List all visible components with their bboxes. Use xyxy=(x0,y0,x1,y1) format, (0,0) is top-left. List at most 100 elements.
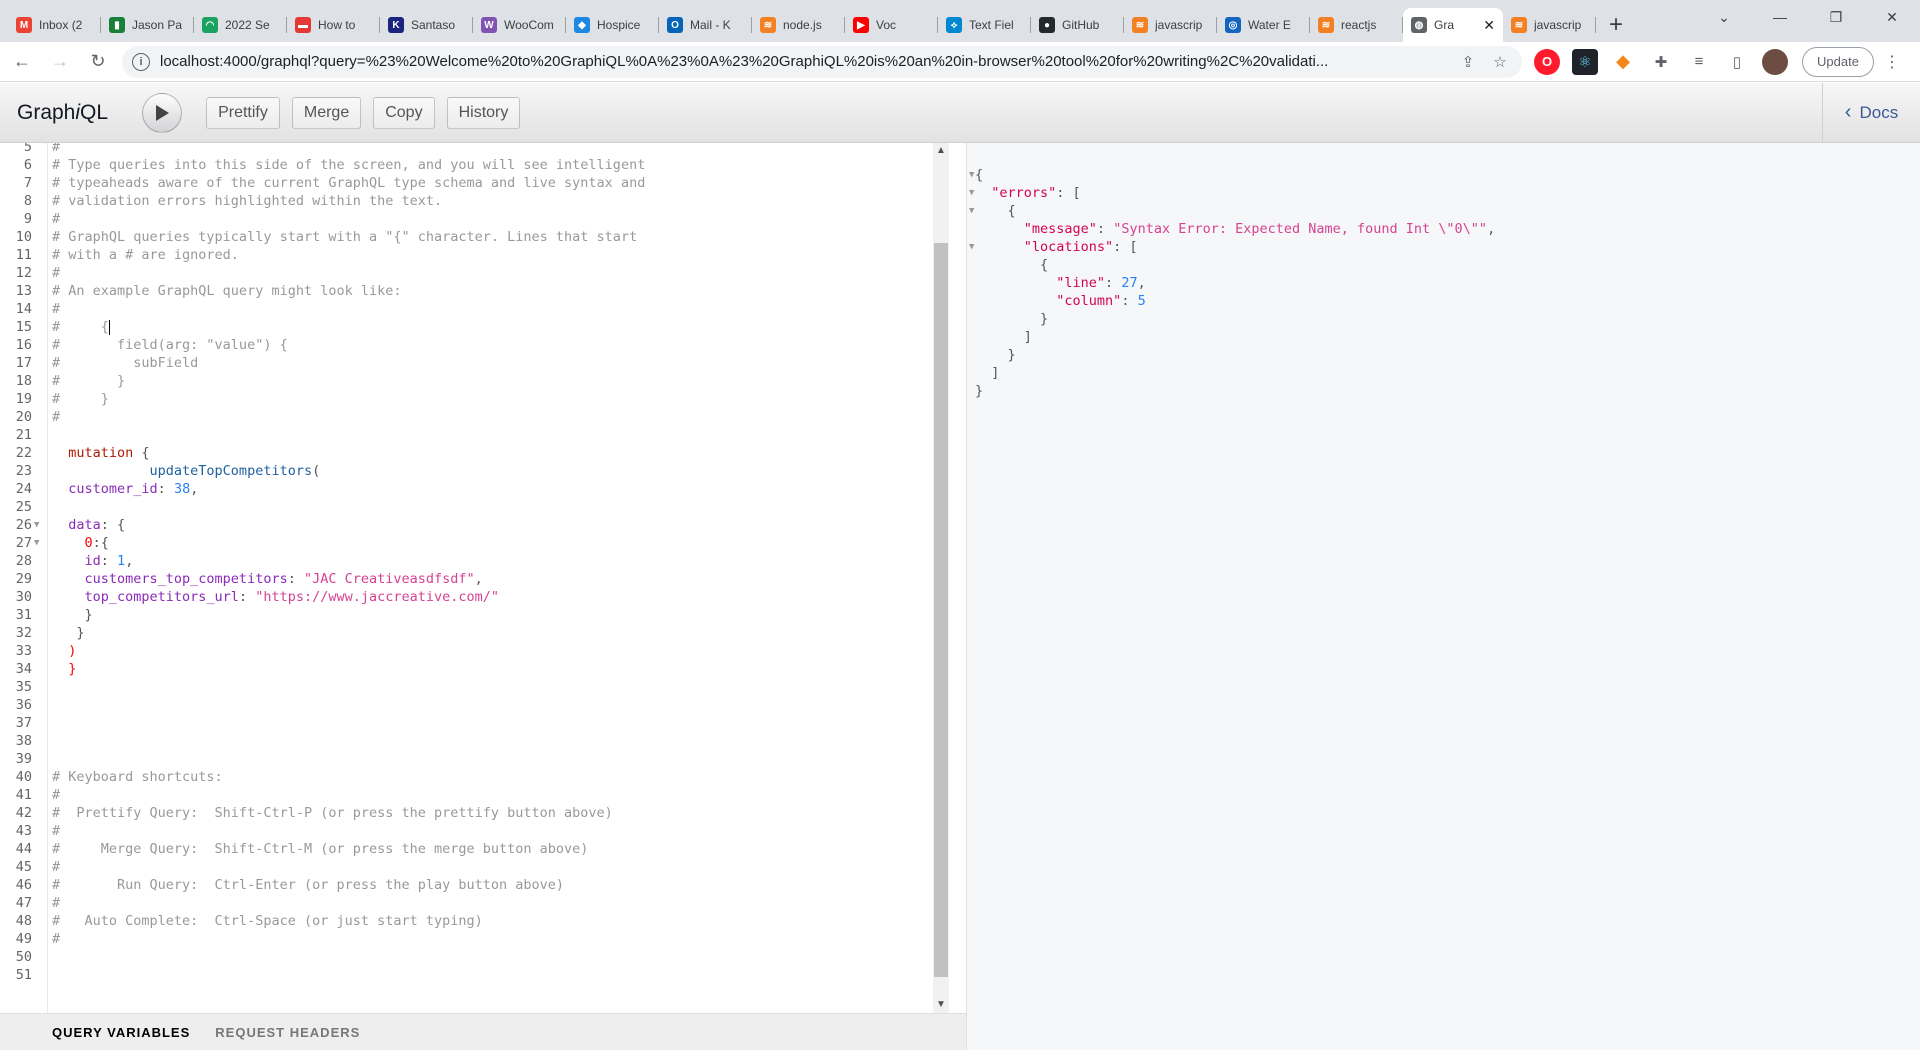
code-token: # xyxy=(52,143,61,155)
code-text: # Keyboard shortcuts: xyxy=(52,768,223,786)
line-number: 49 xyxy=(15,931,32,947)
query-variables-tab[interactable]: QUERY VARIABLES xyxy=(52,1025,190,1040)
browser-tab[interactable]: ≋ javascrip xyxy=(1503,8,1596,42)
site-info-icon[interactable]: i xyxy=(132,52,150,71)
browser-tab[interactable]: ◍ Gra ✕ xyxy=(1403,8,1503,42)
history-button[interactable]: History xyxy=(446,96,521,129)
code-line: 40 # Keyboard shortcuts: xyxy=(0,768,936,786)
code-token: } xyxy=(52,661,77,677)
copy-button[interactable]: Copy xyxy=(373,96,435,129)
browser-tab[interactable]: ◎ Water E xyxy=(1217,8,1310,42)
browser-tab[interactable]: ≋ node.js xyxy=(752,8,845,42)
reading-list-icon[interactable]: ≡ xyxy=(1686,49,1712,75)
result-text: { xyxy=(975,256,1048,274)
query-editor[interactable]: 5 #6 # Type queries into this side of the … xyxy=(0,143,952,1013)
result-text: "line": 27, xyxy=(975,274,1145,292)
extensions-puzzle-icon[interactable]: ✚ xyxy=(1648,49,1674,75)
share-icon[interactable]: ⇪ xyxy=(1456,53,1480,71)
reload-icon[interactable]: ↻ xyxy=(82,46,114,78)
tab-title: Water E xyxy=(1248,18,1291,32)
result-text: } xyxy=(975,382,983,400)
merge-button[interactable]: Merge xyxy=(291,96,362,129)
code-text: 0:{ xyxy=(52,534,109,552)
tab-search-icon[interactable]: ⌄ xyxy=(1696,0,1752,34)
result-pane: ▼{▼ "errors": [▼ { "message": "Syntax Er… xyxy=(966,143,1920,1050)
browser-tab[interactable]: ◠ 2022 Se xyxy=(194,8,287,42)
code-line: 17 # subField xyxy=(0,354,936,372)
prettify-button[interactable]: Prettify xyxy=(206,96,280,129)
code-line: 6 # Type queries into this side of the sc… xyxy=(0,156,936,174)
side-panel-icon[interactable]: ▯ xyxy=(1724,49,1750,75)
browser-tab[interactable]: ● GitHub xyxy=(1031,8,1124,42)
code-token: mutation xyxy=(52,445,134,461)
code-token: # Keyboard shortcuts: xyxy=(52,769,223,785)
browser-tab[interactable]: ⟡ Text Fiel xyxy=(938,8,1031,42)
browser-tab[interactable]: M Inbox (2 xyxy=(8,8,101,42)
line-number: 14 xyxy=(15,301,32,317)
editor-scrollbar[interactable]: ▲ ▼ xyxy=(933,143,949,1013)
fold-arrow-icon[interactable]: ▼ xyxy=(34,534,39,552)
tab-favicon-icon: ▬ xyxy=(295,17,311,33)
close-tab-icon[interactable]: ✕ xyxy=(1483,17,1495,34)
browser-tab[interactable]: ≋ javascrip xyxy=(1124,8,1217,42)
code-token: { xyxy=(133,445,150,461)
line-number: 45 xyxy=(15,859,32,875)
code-token: # field(arg: "value") { xyxy=(52,337,288,353)
browser-menu-icon[interactable]: ⋮ xyxy=(1884,52,1900,72)
code-line: 41 # xyxy=(0,786,936,804)
minimize-icon[interactable]: — xyxy=(1752,0,1808,34)
line-number: 40 xyxy=(15,769,32,785)
code-line: 49 # xyxy=(0,930,936,948)
variables-bar: QUERY VARIABLES REQUEST HEADERS xyxy=(0,1013,966,1050)
forward-icon[interactable]: → xyxy=(44,46,76,78)
code-line: 42 # Prettify Query: Shift-Ctrl-P (or pre… xyxy=(0,804,936,822)
execute-query-button[interactable] xyxy=(142,92,183,133)
line-number: 34 xyxy=(15,661,32,677)
line-number: 18 xyxy=(15,373,32,389)
maximize-icon[interactable]: ❐ xyxy=(1808,0,1864,34)
browser-tab[interactable]: ◆ Hospice xyxy=(566,8,659,42)
browser-tab[interactable]: W WooCom xyxy=(473,8,566,42)
bookmark-star-icon[interactable]: ☆ xyxy=(1488,53,1512,71)
close-window-icon[interactable]: ✕ xyxy=(1864,0,1920,34)
line-number: 15 xyxy=(15,319,32,335)
code-text: # xyxy=(52,894,60,912)
code-token: # Auto Complete: Ctrl-Space (or just sta… xyxy=(52,913,483,929)
code-line: 8 # validation errors highlighted within … xyxy=(0,192,936,210)
profile-avatar[interactable] xyxy=(1762,48,1788,75)
browser-tab[interactable]: K Santaso xyxy=(380,8,473,42)
metamask-icon[interactable]: ◆ xyxy=(1610,49,1636,75)
new-tab-button[interactable]: + xyxy=(1596,8,1636,42)
code-text: # validation errors highlighted within t… xyxy=(52,192,442,210)
scrollbar-thumb[interactable] xyxy=(934,243,948,977)
fold-arrow-icon[interactable]: ▼ xyxy=(969,166,974,184)
code-text: # xyxy=(52,822,60,840)
code-text: # xyxy=(52,300,60,318)
result-text: { xyxy=(975,166,983,184)
react-devtools-icon[interactable]: ⚛ xyxy=(1572,48,1598,75)
fold-arrow-icon[interactable]: ▼ xyxy=(34,516,39,534)
scroll-down-icon[interactable]: ▼ xyxy=(933,997,949,1013)
code-token: # xyxy=(52,895,61,911)
back-icon[interactable]: ← xyxy=(6,46,38,78)
request-headers-tab[interactable]: REQUEST HEADERS xyxy=(215,1025,360,1040)
browser-tab[interactable]: O Mail - K xyxy=(659,8,752,42)
browser-tab[interactable]: ▮ Jason Pa xyxy=(101,8,194,42)
docs-button[interactable]: ‹ Docs xyxy=(1822,83,1920,142)
update-button[interactable]: Update xyxy=(1802,46,1874,77)
line-number: 8 xyxy=(23,193,32,209)
code-line: 29 customers_top_competitors: "JAC Creat… xyxy=(0,570,936,588)
scroll-up-icon[interactable]: ▲ xyxy=(933,143,949,159)
code-token: # Type queries into this side of the scr… xyxy=(52,157,646,173)
fold-arrow-icon[interactable]: ▼ xyxy=(969,238,974,256)
browser-tab[interactable]: ≋ reactjs xyxy=(1310,8,1403,42)
line-number: 13 xyxy=(15,283,32,299)
fold-arrow-icon[interactable]: ▼ xyxy=(969,184,974,202)
code-text: # xyxy=(52,210,60,228)
address-bar[interactable]: i localhost:4000/graphql?query=%23%20Wel… xyxy=(122,45,1522,78)
browser-tab[interactable]: ▬ How to xyxy=(287,8,380,42)
fold-arrow-icon[interactable]: ▼ xyxy=(969,202,974,220)
opera-extension-icon[interactable]: O xyxy=(1534,48,1560,75)
browser-tab[interactable]: ▶ Voc xyxy=(845,8,938,42)
code-text: # Merge Query: Shift-Ctrl-M (or press th… xyxy=(52,840,588,858)
